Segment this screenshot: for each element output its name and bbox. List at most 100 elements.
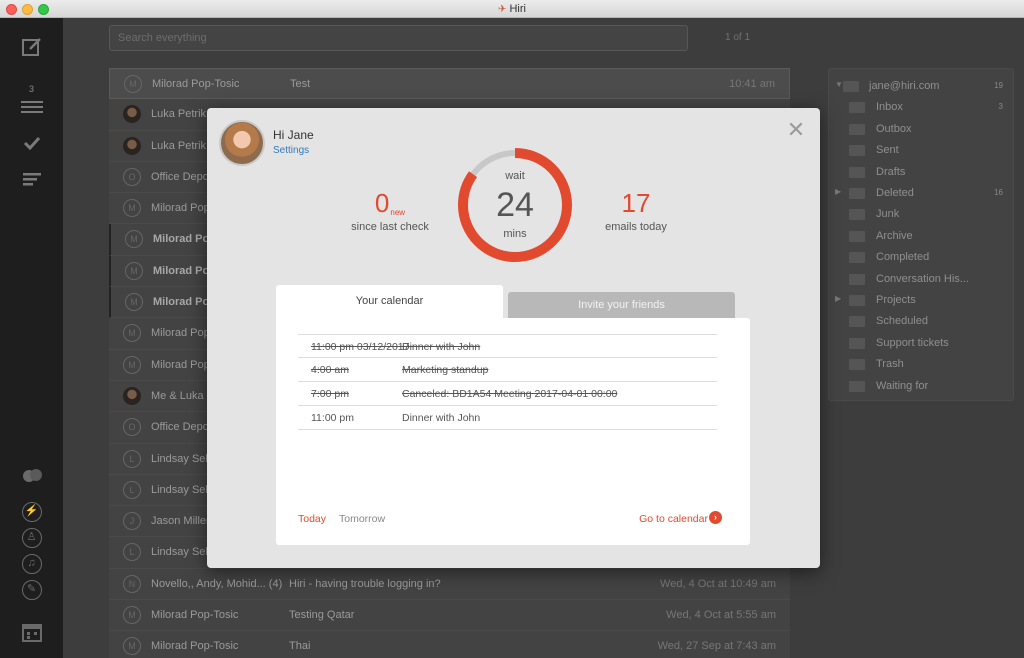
- mail-sender: Lindsay Selv: [151, 483, 214, 496]
- tab-invite-friends[interactable]: Invite your friends: [508, 292, 735, 318]
- status-dialog: ✕ Hi Jane Settings 0new since last check…: [207, 108, 820, 568]
- mail-sender: Lindsay Selv: [151, 546, 214, 559]
- profile-icon[interactable]: ♙: [0, 528, 63, 548]
- tab-your-calendar[interactable]: Your calendar: [276, 285, 503, 319]
- mail-row[interactable]: M Milorad Pop-Tosic Testing Qatar Wed, 4 Oc…: [109, 600, 790, 632]
- window-title: ✈ Hiri: [498, 3, 526, 15]
- today-link[interactable]: Today: [298, 513, 326, 525]
- mail-sender: Me & Luka: [151, 389, 204, 402]
- tomorrow-link[interactable]: Tomorrow: [339, 513, 385, 525]
- folder-item[interactable]: Waiting for: [829, 377, 1015, 397]
- folder-item[interactable]: Junk: [829, 205, 1015, 225]
- go-to-calendar-arrow-icon[interactable]: ›: [709, 511, 722, 524]
- folder-item[interactable]: Support tickets: [829, 334, 1015, 354]
- folder-item[interactable]: ▼ jane@hiri.com 19: [829, 77, 1015, 97]
- inbox-icon[interactable]: [0, 98, 63, 119]
- mail-sender: Milorad Pop: [151, 327, 210, 340]
- greeting-text: Hi Jane: [273, 128, 314, 142]
- folder-expand-icon[interactable]: ▼: [835, 80, 843, 89]
- folder-icon: [849, 123, 865, 135]
- folder-name: Sent: [876, 144, 899, 157]
- mail-sender: Jason Miller: [151, 515, 210, 528]
- event-time: 11:00 pm 03/12/2017: [311, 341, 410, 353]
- folder-expand-icon[interactable]: ▶: [835, 294, 841, 303]
- calendar-event[interactable]: 4:00 am Marketing standup: [298, 358, 717, 382]
- pager-label: 1 of 1: [725, 32, 751, 43]
- folder-icon: [849, 316, 865, 328]
- folder-item[interactable]: Scheduled: [829, 312, 1015, 332]
- close-dialog-button[interactable]: ✕: [786, 119, 806, 141]
- tasks-check-icon[interactable]: [0, 134, 63, 155]
- mail-sender: Novello,, Andy, Mohid... (4): [151, 577, 283, 590]
- contacts-icon[interactable]: [0, 466, 63, 487]
- activity-icon[interactable]: ⚡: [0, 502, 63, 522]
- new-emails-count: 0new: [374, 188, 406, 218]
- folder-item[interactable]: Drafts: [829, 163, 1015, 183]
- folder-count: 19: [994, 81, 1003, 90]
- mail-sender: Office Depo: [151, 421, 209, 434]
- sender-initial-avatar: L: [123, 480, 141, 499]
- emails-today-count: 17: [621, 188, 651, 218]
- calendar-panel: 11:00 pm 03/12/2017 Dinner with John 4:00 …: [276, 318, 750, 545]
- folder-icon: [849, 295, 865, 306]
- settings-link[interactable]: Settings: [273, 145, 309, 156]
- folder-count: 3: [998, 102, 1003, 112]
- folder-item[interactable]: ▶ Deleted 16: [829, 184, 1015, 204]
- folder-item[interactable]: Inbox 3: [829, 98, 1015, 118]
- mail-date: Wed, 27 Sep at 7:43 am: [657, 640, 776, 653]
- folder-name: Completed: [876, 251, 930, 264]
- settings-wrench-icon[interactable]: ✎: [0, 580, 63, 600]
- mail-subject: Hiri - having trouble logging in?: [289, 577, 441, 590]
- mail-sender: Milorad Pop: [151, 202, 210, 215]
- compose-icon[interactable]: [0, 36, 63, 63]
- search-input[interactable]: Search everything: [109, 25, 688, 51]
- wait-timer-ring: wait 24 mins: [456, 146, 574, 264]
- folder-item[interactable]: Conversation His...: [829, 270, 1015, 290]
- wait-label: wait: [505, 170, 525, 182]
- folder-icon: [849, 273, 865, 285]
- left-rail: 3 ⚡ ♙ ♫ ✎: [0, 18, 63, 658]
- folder-item[interactable]: Completed: [829, 248, 1015, 268]
- folder-icon: [849, 166, 865, 178]
- folder-item[interactable]: Archive: [829, 227, 1015, 247]
- folder-icon: [849, 359, 865, 371]
- mail-sender: Luka Petrik: [151, 108, 207, 121]
- calendar-event[interactable]: 7:00 pm Canceled: BD1A54 Meeting 2017-04-…: [298, 382, 717, 406]
- mail-sender: Lindsay Selv: [151, 452, 214, 465]
- folder-name: Junk: [876, 208, 900, 221]
- calendar-event[interactable]: 11:00 pm 03/12/2017 Dinner with John: [298, 334, 717, 358]
- folder-item[interactable]: ▶ Projects: [829, 291, 1015, 311]
- folder-item[interactable]: Trash: [829, 355, 1015, 375]
- calendar-icon[interactable]: [0, 622, 63, 647]
- hiri-logo-icon: ✈: [498, 4, 507, 15]
- folder-item[interactable]: Outbox: [829, 120, 1015, 140]
- mail-sender: Milorad Pop: [151, 358, 210, 371]
- go-to-calendar-link[interactable]: Go to calendar: [639, 513, 708, 525]
- folder-icon: [849, 252, 865, 264]
- sender-initial-avatar: M: [125, 293, 143, 312]
- folder-item[interactable]: Sent: [829, 141, 1015, 161]
- notes-icon[interactable]: [0, 170, 63, 191]
- sender-photo: [123, 386, 141, 405]
- mail-subject: Thai: [289, 640, 311, 653]
- sender-initial-avatar: M: [125, 230, 143, 249]
- mail-sender: Milorad Pop-Tosic: [151, 609, 239, 622]
- folder-icon: [849, 230, 865, 242]
- new-emails-label: since last check: [351, 221, 429, 233]
- mail-subject: Testing Qatar: [289, 609, 355, 622]
- folder-icon: [849, 145, 865, 157]
- notifications-icon[interactable]: ♫: [0, 554, 63, 574]
- folder-expand-icon[interactable]: ▶: [835, 187, 841, 196]
- sender-initial-avatar: L: [123, 543, 141, 562]
- mail-row[interactable]: N Novello,, Andy, Mohid... (4) Hiri - havi…: [109, 568, 790, 601]
- mail-row[interactable]: M Milorad Pop-Tosic Thai Wed, 27 Sep at 7:4…: [109, 631, 790, 658]
- sender-initial-avatar: N: [123, 574, 141, 593]
- mail-row[interactable]: M Milorad Pop-Tosic Test 10:41 am: [109, 68, 790, 100]
- sender-initial-avatar: M: [123, 637, 141, 656]
- folder-count: 16: [994, 188, 1003, 197]
- sender-initial-avatar: O: [123, 167, 141, 186]
- mail-date: 10:41 am: [729, 78, 775, 90]
- sender-photo: [123, 105, 141, 124]
- emails-today-stat: 17 emails today: [576, 188, 696, 233]
- calendar-event[interactable]: 11:00 pm Dinner with John: [298, 406, 717, 430]
